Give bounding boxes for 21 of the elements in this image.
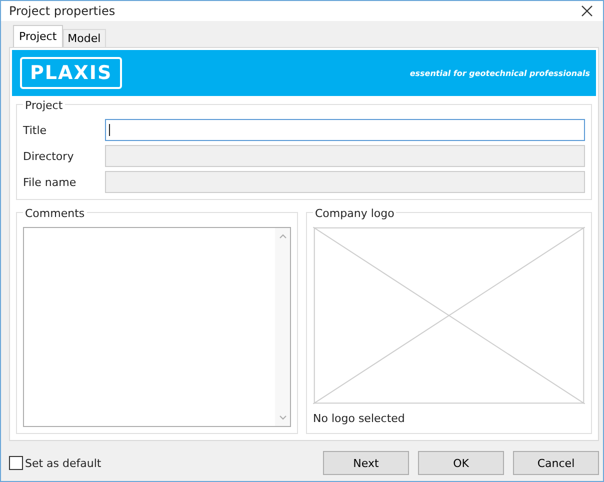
text-cursor: [109, 124, 110, 136]
group-legend: Company logo: [313, 207, 396, 220]
field-label: Directory: [23, 150, 75, 162]
close-icon[interactable]: [581, 5, 593, 17]
scrollbar[interactable]: [275, 228, 290, 426]
checkbox[interactable]: [9, 456, 23, 470]
logo-status: No logo selected: [313, 412, 406, 427]
dialog-button[interactable]: Cancel: [513, 451, 599, 475]
group-legend: Project: [23, 99, 65, 112]
field-label: Title: [23, 124, 48, 136]
input-field[interactable]: [105, 119, 585, 141]
tagline: essential for geotechnical professionals: [410, 68, 590, 78]
tab[interactable]: Model: [62, 29, 106, 47]
dialog-button[interactable]: Next: [323, 451, 409, 475]
logo: PLAXIS: [20, 57, 122, 89]
group-legend: Comments: [23, 207, 87, 220]
dialog-button[interactable]: OK: [418, 451, 504, 475]
window-title: Project properties: [9, 4, 116, 18]
tab[interactable]: Project: [13, 25, 63, 47]
field-label: File name: [23, 176, 78, 188]
checkbox-label: Set as default: [25, 456, 102, 470]
